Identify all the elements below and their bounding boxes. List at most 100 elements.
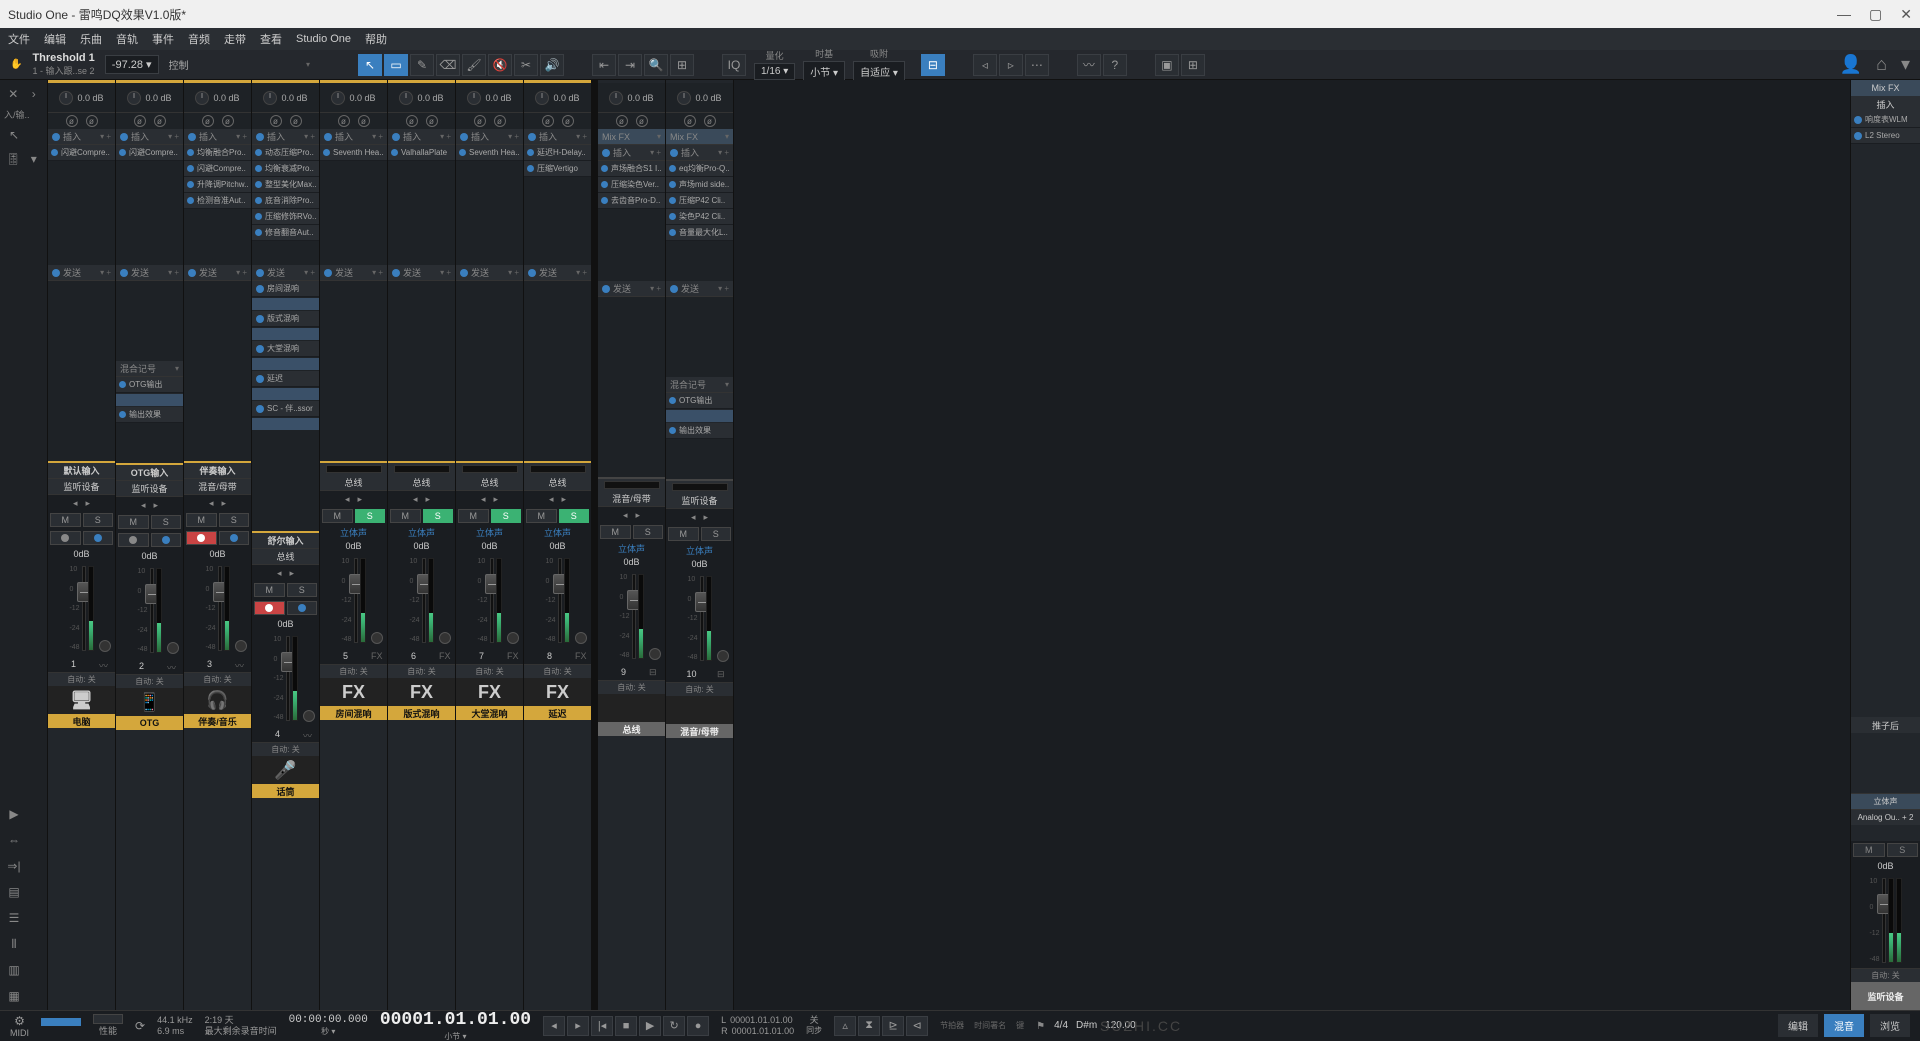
plugin-slot[interactable]: 均衡融合Pro.. — [184, 145, 251, 161]
automation-mode[interactable]: 自动: 关 — [320, 664, 387, 678]
phase-r-icon[interactable]: ø — [86, 115, 98, 127]
range-tool-icon[interactable]: ▭ — [384, 54, 408, 76]
inserts-header[interactable]: 插入▾ + — [598, 145, 665, 161]
automation-mode[interactable]: 自动: 关 — [598, 680, 665, 694]
control-label[interactable]: 控制 — [169, 57, 189, 72]
gain-knob[interactable]: 0.0 dB — [524, 83, 591, 113]
plugin-slot[interactable]: 升降调Pitchw.. — [184, 177, 251, 193]
pan-left-icon[interactable]: ◂ — [141, 500, 146, 511]
channel-name[interactable]: OTG — [116, 716, 183, 730]
pan-left-icon[interactable]: ◂ — [345, 494, 350, 505]
solo-button[interactable]: S — [633, 525, 664, 539]
user-icon[interactable]: 👤 — [1840, 54, 1862, 75]
mute-button[interactable]: M — [390, 509, 421, 523]
automation-mode[interactable]: 自动: 关 — [116, 674, 183, 688]
mute-tool-icon[interactable]: 🔇 — [488, 54, 512, 76]
phase-r-icon[interactable]: ø — [426, 115, 438, 127]
flag-icon[interactable]: ⚑ — [1036, 1021, 1046, 1031]
send-slot[interactable]: 大堂混响 — [252, 341, 319, 357]
db-readout[interactable]: 0dB — [252, 617, 319, 631]
db-readout[interactable]: 0dB — [184, 547, 251, 561]
menu-event[interactable]: 事件 — [152, 31, 174, 47]
record-icon[interactable]: ● — [687, 1016, 709, 1036]
channel-name[interactable]: 大堂混响 — [456, 706, 523, 720]
pan-left-icon[interactable]: ◂ — [209, 498, 214, 509]
plugin-slot[interactable]: Seventh Hea.. — [456, 145, 523, 161]
fader[interactable] — [422, 558, 426, 643]
key-sig[interactable]: D#m — [1076, 1020, 1097, 1031]
master-mixfx-hdr[interactable]: Mix FX — [1851, 80, 1920, 96]
solo-button[interactable]: S — [219, 513, 250, 527]
plugin-slot[interactable]: 整型美化Max.. — [252, 177, 319, 193]
pan-left-icon[interactable]: ◂ — [277, 568, 282, 579]
time-sig[interactable]: 4/4 — [1054, 1020, 1068, 1031]
paint-tool-icon[interactable]: 🖌 — [462, 54, 486, 76]
pan-left-icon[interactable]: ◂ — [413, 494, 418, 505]
auto-zoom-icon[interactable]: ⊞ — [670, 54, 694, 76]
snap-select[interactable]: 自适应 ▾ — [853, 61, 905, 82]
master-fader[interactable] — [1882, 878, 1886, 963]
db-readout[interactable]: 0dB — [666, 557, 733, 571]
plugin-slot[interactable]: 声场mid side.. — [666, 177, 733, 193]
automation-mode[interactable]: 自动: 关 — [252, 742, 319, 756]
cue-output[interactable]: OTG输出 — [666, 393, 733, 409]
channel-name[interactable]: 总线 — [598, 722, 665, 736]
channel-icon[interactable] — [598, 694, 665, 722]
solo-button[interactable]: S — [151, 515, 182, 529]
settings-dropdown-icon[interactable]: ▾ — [1901, 54, 1910, 75]
plugin-slot[interactable]: 音量最大化L.. — [666, 225, 733, 241]
channel-icon[interactable] — [666, 696, 733, 724]
pan-right-icon[interactable]: ▸ — [86, 498, 91, 509]
cue-output[interactable]: OTG输出 — [116, 377, 183, 393]
pan-left-icon[interactable]: ◂ — [549, 494, 554, 505]
goto-start-icon[interactable]: ▶ — [4, 804, 24, 824]
mixfx-header[interactable]: Mix FX▾ — [666, 129, 733, 145]
phase-r-icon[interactable]: ø — [290, 115, 302, 127]
fader[interactable] — [558, 558, 562, 643]
param-dropdown-icon[interactable]: ▾ — [306, 60, 310, 69]
cue-level[interactable] — [666, 410, 733, 422]
home-icon[interactable]: ⌂ — [1876, 54, 1887, 75]
mute-button[interactable]: M — [526, 509, 557, 523]
channel-icon[interactable]: 🎤 — [252, 756, 319, 784]
channel-icon[interactable]: FX — [456, 678, 523, 706]
cue-header[interactable]: 混合记号▾ — [116, 361, 183, 377]
pan-right-icon[interactable]: ▸ — [704, 512, 709, 523]
menu-transport[interactable]: 走带 — [224, 31, 246, 47]
pan-right-icon[interactable]: ▸ — [358, 494, 363, 505]
sends-header[interactable]: 发送▾ + — [184, 265, 251, 281]
menu-studioone[interactable]: Studio One — [296, 33, 351, 45]
rtz-icon[interactable]: |◂ — [591, 1016, 613, 1036]
sends-header[interactable]: 发送▾ + — [388, 265, 455, 281]
menu-track[interactable]: 音轨 — [116, 31, 138, 47]
list-icon[interactable]: ☰ — [4, 908, 24, 928]
plugin-slot[interactable]: 闪避Compre.. — [48, 145, 115, 161]
phase-l-icon[interactable]: ø — [338, 115, 350, 127]
automation-mode[interactable]: 自动: 关 — [666, 682, 733, 696]
mute-button[interactable]: M — [50, 513, 81, 527]
send-slot[interactable]: 延迟 — [252, 371, 319, 387]
send-level[interactable] — [252, 388, 319, 400]
channel-name[interactable]: 延迟 — [524, 706, 591, 720]
monitor-button[interactable] — [151, 533, 182, 547]
channel-name[interactable]: 话筒 — [252, 784, 319, 798]
plugin-slot[interactable]: 去齿音Pro-D.. — [598, 193, 665, 209]
inserts-header[interactable]: 插入▾ + — [184, 129, 251, 145]
send-level[interactable] — [252, 298, 319, 310]
mute-button[interactable]: M — [186, 513, 217, 527]
split-tool-icon[interactable]: ✂ — [514, 54, 538, 76]
phase-l-icon[interactable]: ø — [542, 115, 554, 127]
preroll-icon[interactable]: ⊵ — [882, 1016, 904, 1036]
gain-knob[interactable]: 0.0 dB — [116, 83, 183, 113]
draw-tool-icon[interactable]: ✎ — [410, 54, 434, 76]
output-select[interactable]: 总线 — [252, 549, 319, 565]
channel-icon[interactable]: 📱 — [116, 688, 183, 716]
automation-mode[interactable]: 自动: 关 — [388, 664, 455, 678]
view-mix-button[interactable]: 混音 — [1824, 1014, 1864, 1037]
pan-left-icon[interactable]: ◂ — [691, 512, 696, 523]
solo-button[interactable]: S — [701, 527, 732, 541]
phase-r-icon[interactable]: ø — [494, 115, 506, 127]
grid-icon[interactable]: ⊞ — [1181, 54, 1205, 76]
edit-icon[interactable] — [649, 648, 661, 660]
help-icon[interactable]: ? — [1103, 54, 1127, 76]
